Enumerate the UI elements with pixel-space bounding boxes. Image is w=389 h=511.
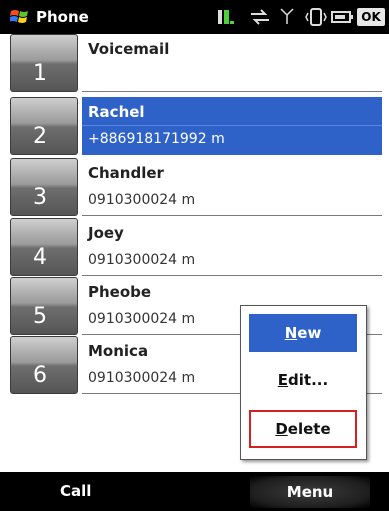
row-divider [82,215,382,216]
speed-dial-slot[interactable]: 3 [10,158,78,216]
ok-button[interactable]: OK [357,8,385,26]
contact-phone: 0910300024 m [88,252,196,268]
slot-number: 1 [33,61,47,86]
battery-charge-icon[interactable] [216,7,236,27]
data-transfer-icon[interactable] [248,7,272,27]
speed-dial-slot[interactable]: 5 [10,277,78,335]
speed-dial-slot[interactable]: 4 [10,218,78,276]
title-bar: Phone OK [0,0,389,34]
menu-item-edit-mnemonic: E [277,371,289,389]
menu-item-new[interactable]: New [249,314,357,352]
speed-dial-row-2[interactable]: 2 Rachel +886918171992 m [0,97,389,155]
app-title: Phone [36,8,89,26]
contact-entry-selected[interactable]: Rachel +886918171992 m [82,97,382,155]
softkey-bar: Call Menu [0,472,389,511]
battery-icon[interactable] [330,7,354,27]
vibrate-icon[interactable] [304,7,328,27]
contact-name: Chandler [88,164,164,182]
speed-dial-row-1[interactable]: 1 Voicemail [0,34,389,92]
slot-number: 6 [33,363,47,388]
slot-number: 4 [33,245,47,270]
speed-dial-slot[interactable]: 6 [10,336,78,394]
row-divider [82,275,382,276]
contact-name: Voicemail [88,40,170,58]
slot-number: 2 [33,124,47,149]
menu-item-delete[interactable]: Delete [249,410,357,448]
contact-phone: 0910300024 m [88,370,196,386]
menu-item-new-mnemonic: N [284,324,298,342]
menu-item-edit[interactable]: Edit... [249,361,357,399]
call-softkey[interactable]: Call [60,482,91,500]
speed-dial-row-4[interactable]: 4 Joey 0910300024 m [0,218,389,276]
contact-phone: 0910300024 m [88,311,196,327]
speed-dial-slot[interactable]: 2 [10,97,78,155]
contact-entry[interactable]: Joey 0910300024 m [82,218,382,276]
signal-icon[interactable] [280,7,294,27]
popup-menu: New Edit... Delete [240,305,367,460]
contact-entry[interactable]: Chandler 0910300024 m [82,158,382,216]
menu-item-new-label: ew [297,324,322,342]
windows-logo-icon[interactable] [10,8,32,26]
contact-name: Rachel [88,103,145,121]
contact-name: Pheobe [88,283,152,301]
menu-softkey[interactable]: Menu [250,476,370,508]
row-divider [82,125,382,126]
menu-item-delete-mnemonic: D [275,420,288,438]
menu-item-edit-label: dit... [288,371,329,389]
contact-phone: +886918171992 m [88,131,225,147]
contact-entry[interactable]: Voicemail [82,34,382,92]
contact-name: Joey [88,224,124,242]
slot-number: 3 [33,185,47,210]
row-divider [82,91,382,92]
contact-name: Monica [88,342,149,360]
slot-number: 5 [33,304,47,329]
contact-phone: 0910300024 m [88,192,196,208]
menu-item-delete-label: elete [287,420,331,438]
speed-dial-slot[interactable]: 1 [10,34,78,92]
speed-dial-row-3[interactable]: 3 Chandler 0910300024 m [0,158,389,216]
